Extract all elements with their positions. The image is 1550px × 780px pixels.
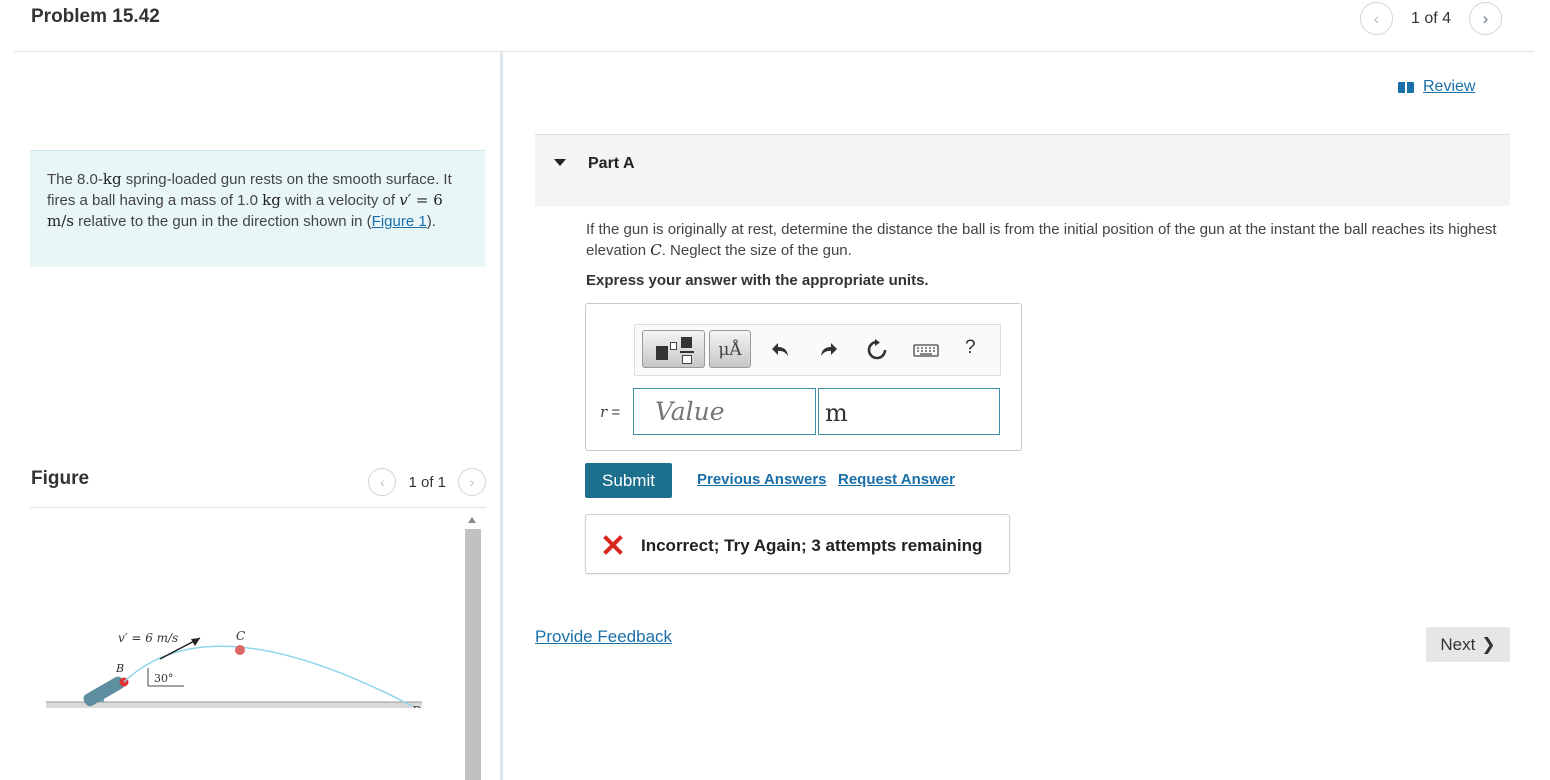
problem-math-velocity: v′ — [399, 191, 412, 209]
ground — [46, 702, 422, 708]
figure-velocity-label: v′ = 6 m/s — [118, 631, 178, 645]
question-variable: C — [650, 241, 662, 259]
next-problem-button[interactable]: › — [1469, 2, 1502, 35]
submit-button[interactable]: Submit — [585, 463, 672, 498]
chevron-left-icon: ‹ — [1373, 8, 1380, 28]
next-button[interactable]: Next ❯ — [1426, 627, 1510, 662]
figure-scrollbar[interactable] — [464, 515, 481, 780]
value-input[interactable]: Value — [633, 388, 816, 435]
chevron-right-icon: › — [469, 474, 475, 490]
figure-link[interactable]: Figure 1 — [372, 213, 427, 230]
prev-figure-button[interactable]: ‹ — [368, 468, 397, 496]
answer-variable-label: r = — [600, 403, 620, 421]
figure-angle-label: 30° — [154, 672, 174, 685]
figure-header: Figure ‹ 1 of 1 › — [30, 468, 486, 508]
review-label: Review — [1423, 78, 1476, 95]
problem-statement: The 8.0-kg spring-loaded gun rests on th… — [30, 150, 485, 267]
provide-feedback-link[interactable]: Provide Feedback — [535, 627, 672, 647]
problem-unit-kg-2: kg — [262, 191, 281, 209]
problem-pager-text: 1 of 4 — [1410, 9, 1451, 27]
chevron-right-icon: ❯ — [1481, 634, 1496, 654]
reset-icon[interactable] — [865, 338, 889, 362]
previous-answers-link[interactable]: Previous Answers — [697, 471, 827, 488]
redo-icon[interactable] — [816, 338, 840, 362]
math-toolbar: μÅ ? — [634, 324, 1001, 376]
caret-down-icon[interactable] — [554, 159, 566, 166]
scrollbar-thumb[interactable] — [465, 529, 481, 780]
answer-box: μÅ ? r = Value m — [585, 303, 1022, 451]
next-figure-button[interactable]: › — [458, 468, 486, 496]
keyboard-icon[interactable] — [913, 338, 939, 362]
feedback-text: Incorrect; Try Again; 3 attempts remaini… — [641, 536, 983, 555]
part-a-header[interactable]: Part A — [535, 134, 1510, 206]
scroll-up-icon[interactable] — [468, 517, 476, 523]
request-answer-link[interactable]: Request Answer — [838, 471, 955, 488]
problem-title: Problem 15.42 — [31, 6, 160, 27]
figure-d-label: D — [411, 704, 421, 708]
ball-c — [235, 645, 245, 655]
problem-pager: ‹ 1 of 4 › — [1359, 2, 1502, 35]
unit-input[interactable]: m — [818, 388, 1000, 435]
x-icon — [603, 535, 623, 555]
feedback-message: Incorrect; Try Again; 3 attempts remaini… — [585, 514, 1010, 574]
answer-instruction: Express your answer with the appropriate… — [586, 272, 929, 289]
chevron-right-icon: › — [1482, 8, 1489, 28]
problem-text-3: with a velocity of — [280, 192, 400, 209]
answer-equals: = — [607, 404, 621, 421]
figure-b-label: B — [115, 662, 124, 675]
help-button[interactable]: ? — [965, 337, 976, 359]
top-bar: Problem 15.42 ‹ 1 of 4 › — [14, 0, 1534, 52]
figure-pager-text: 1 of 1 — [408, 473, 446, 491]
review-link[interactable]: Review — [1398, 78, 1475, 96]
problem-text-1: The 8.0- — [47, 171, 103, 188]
figure-image: v′ = 6 m/s C B 30° D d — [46, 629, 422, 708]
figure-c-label: C — [236, 629, 245, 643]
next-label: Next — [1440, 634, 1476, 654]
figure-label: Figure — [31, 468, 90, 489]
question-text: If the gun is originally at rest, determ… — [586, 220, 1506, 261]
units-button[interactable]: μÅ — [709, 330, 751, 368]
chevron-left-icon: ‹ — [380, 474, 385, 490]
book-icon — [1398, 81, 1414, 93]
prev-problem-button[interactable]: ‹ — [1359, 2, 1393, 35]
part-title: Part A — [588, 155, 635, 172]
undo-icon[interactable] — [769, 338, 793, 362]
question-part-2: . Neglect the size of the gun. — [661, 242, 852, 259]
templates-button[interactable] — [642, 330, 705, 368]
panel-divider[interactable] — [500, 52, 503, 780]
problem-text-5: ). — [426, 213, 436, 230]
figure-pager: ‹ 1 of 1 › — [368, 468, 486, 496]
problem-unit-kg-1: kg — [102, 170, 122, 188]
problem-text-4: relative to the gun in the direction sho… — [73, 213, 372, 230]
